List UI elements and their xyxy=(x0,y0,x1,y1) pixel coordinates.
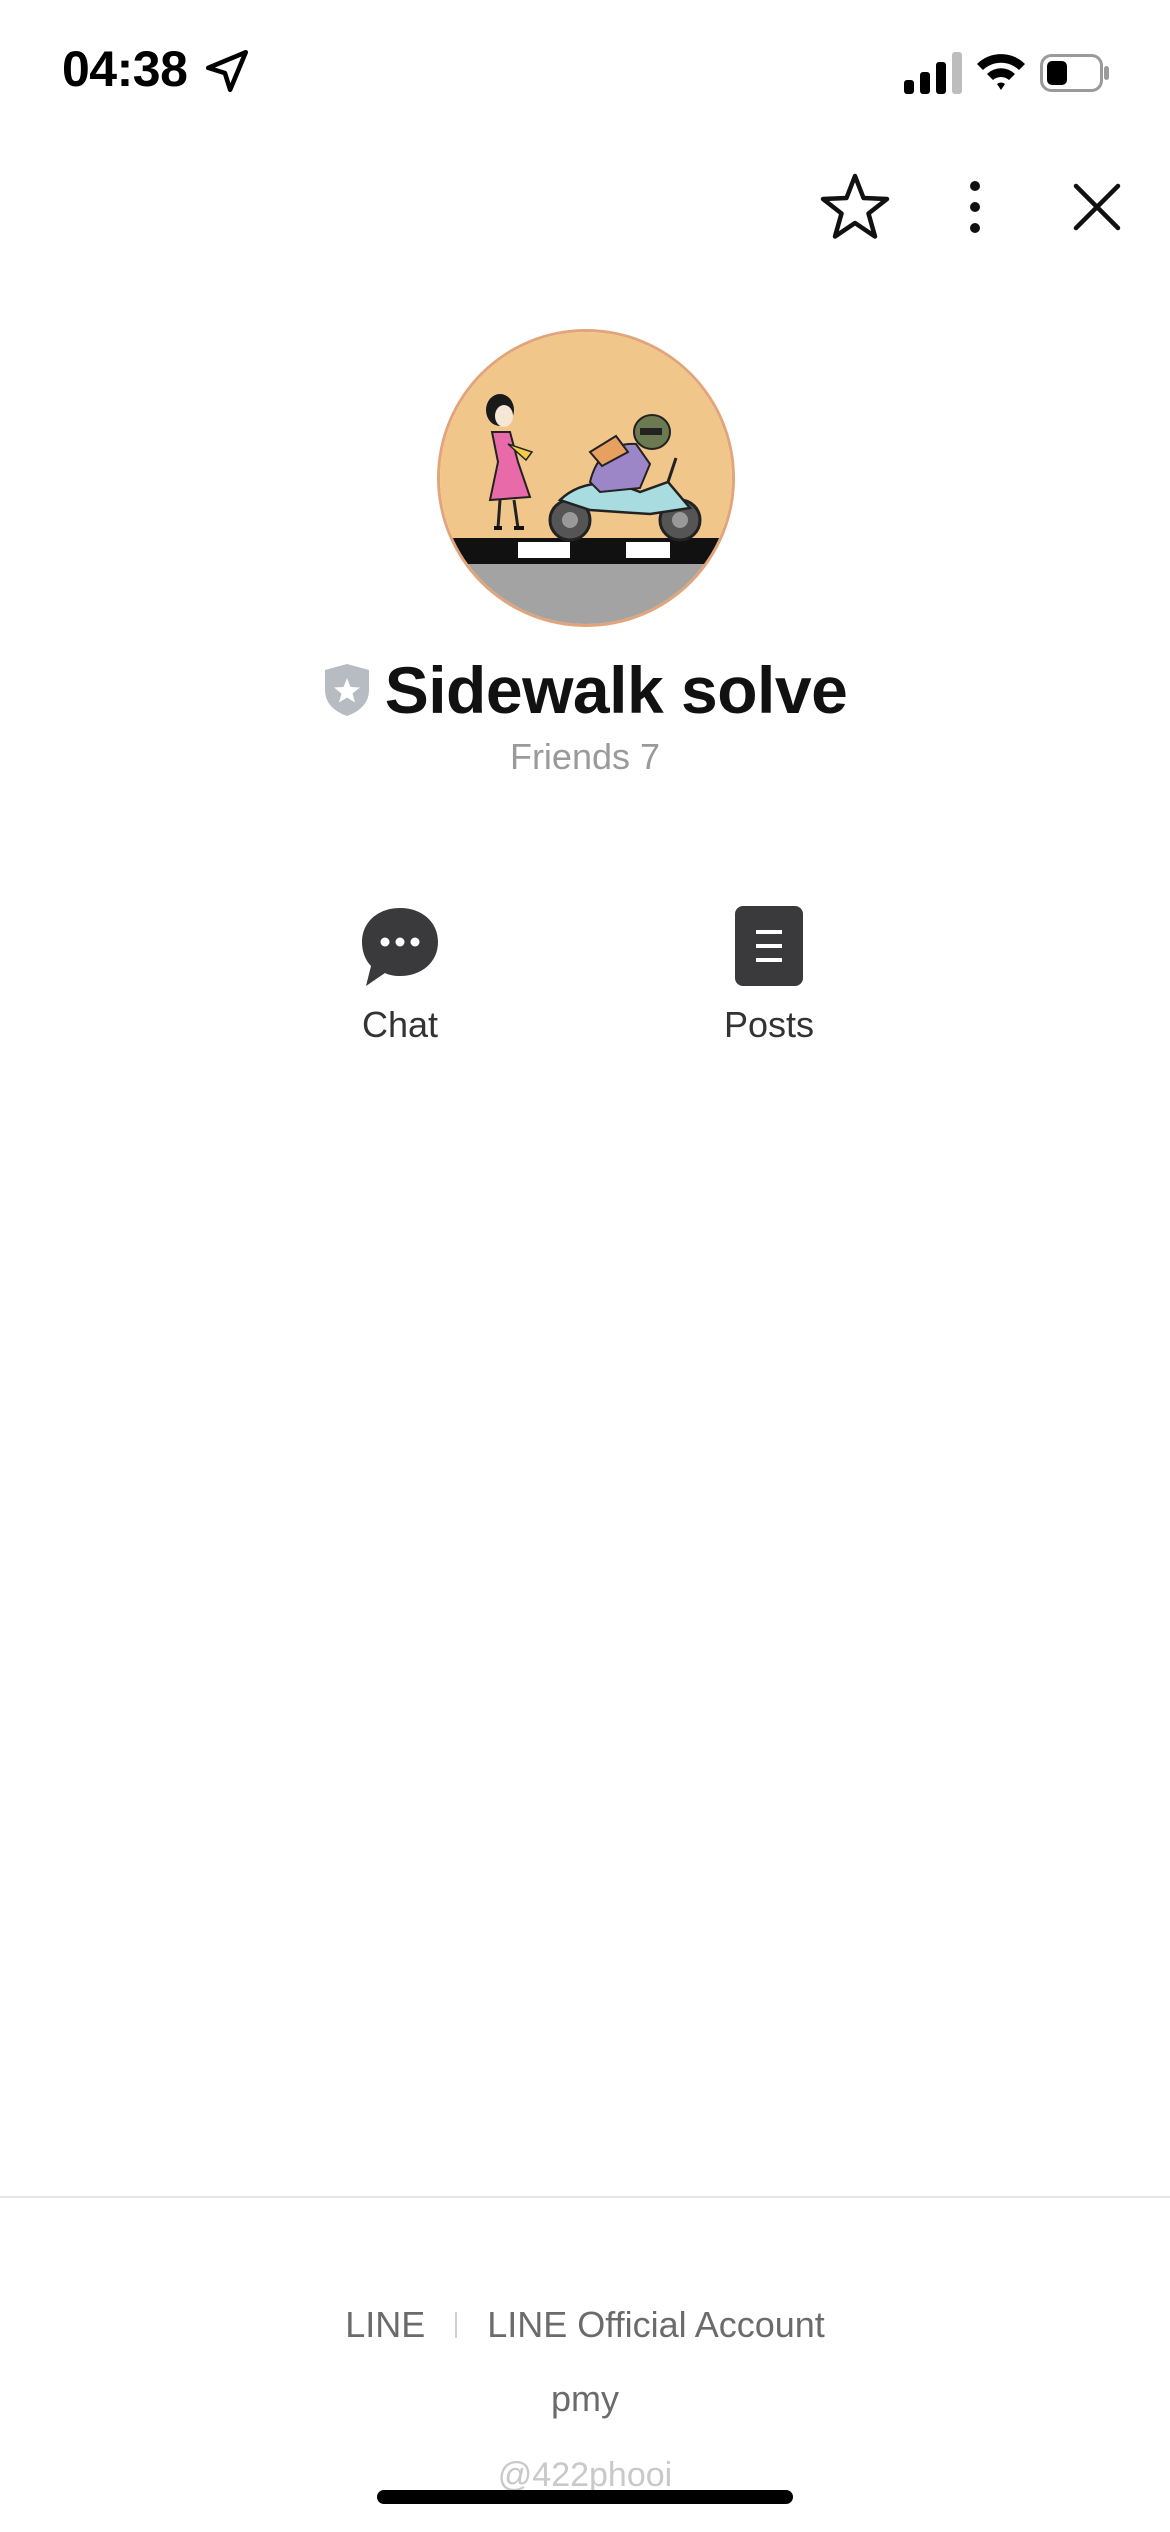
footer-account-type[interactable]: LINE Official Account xyxy=(487,2304,825,2346)
close-button[interactable] xyxy=(1052,162,1142,252)
chat-button[interactable]: Chat xyxy=(300,904,500,1064)
close-icon xyxy=(1073,183,1121,231)
battery-icon xyxy=(1040,54,1109,92)
footer-user: pmy xyxy=(550,2378,619,2419)
footer-separator xyxy=(455,2312,458,2338)
profile-avatar[interactable] xyxy=(440,332,732,624)
avatar-illustration xyxy=(440,332,732,624)
chat-bubble-icon xyxy=(362,908,438,986)
shield-star-icon xyxy=(324,664,369,716)
footer-brand[interactable]: LINE xyxy=(345,2304,425,2346)
document-icon xyxy=(735,906,803,986)
footer-divider xyxy=(0,2196,1170,2198)
vertical-dots-icon xyxy=(970,181,980,233)
status-time: 04:38 xyxy=(62,41,188,97)
location-arrow-icon xyxy=(205,49,249,93)
chat-label: Chat xyxy=(361,1004,439,1045)
posts-button[interactable]: Posts xyxy=(669,904,869,1064)
wifi-icon xyxy=(977,54,1025,90)
home-indicator[interactable] xyxy=(377,2490,793,2504)
favorite-button[interactable] xyxy=(810,162,900,252)
star-outline-icon xyxy=(820,173,890,239)
cellular-signal-icon xyxy=(904,52,962,94)
friends-count[interactable]: Friends 7 xyxy=(0,736,1170,778)
profile-name-row: Sidewalk solve xyxy=(0,650,1170,730)
profile-name: Sidewalk solve xyxy=(384,653,848,727)
posts-label: Posts xyxy=(723,1004,815,1045)
more-options-button[interactable] xyxy=(930,162,1020,252)
footer-links: LINE LINE Official Account xyxy=(0,2300,1170,2350)
